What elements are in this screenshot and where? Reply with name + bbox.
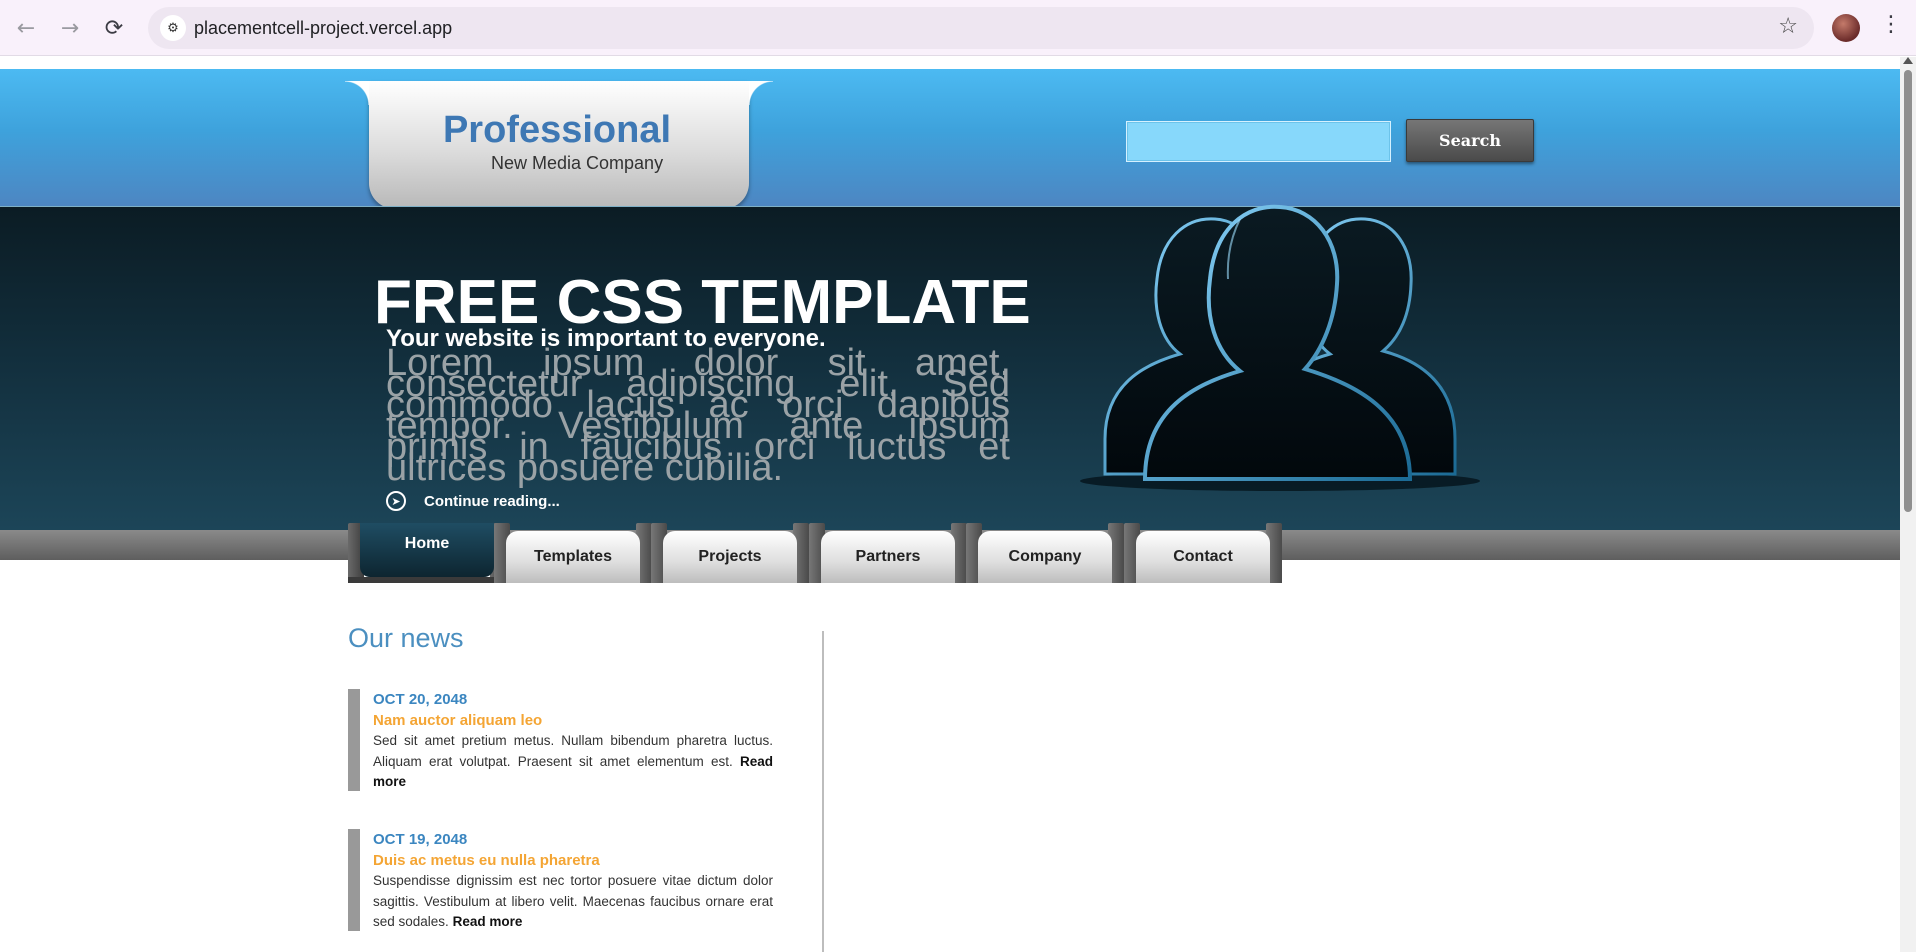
kebab-menu-icon[interactable]: ⋮ [1880,12,1902,37]
column-divider [822,631,824,952]
back-icon[interactable]: ← [8,10,44,46]
site-header: Professional New Media Company Search [0,69,1900,209]
logo[interactable]: Professional New Media Company [345,81,773,209]
scroll-up-arrow-icon[interactable] [1903,57,1913,64]
news-text: Sed sit amet pretium metus. Nullam biben… [373,731,773,793]
news-item-bar [348,689,360,791]
page-viewport: Professional New Media Company Search FR… [0,57,1900,952]
tab-label[interactable]: Templates [506,531,640,583]
page-scrollbar[interactable] [1900,57,1916,952]
url-text[interactable]: placementcell-project.vercel.app [194,18,452,39]
logo-title: Professional [442,109,672,151]
tab-partners[interactable]: Partners [809,523,967,583]
address-bar[interactable]: ⚙ placementcell-project.vercel.app ☆ [148,7,1814,49]
continue-reading-label[interactable]: Continue reading... [424,493,560,510]
profile-avatar[interactable] [1832,14,1860,42]
news-item-bar [348,829,360,931]
tab-label[interactable]: Projects [663,531,797,583]
browser-toolbar: ← → ⟳ ⚙ placementcell-project.vercel.app… [0,0,1916,56]
hero-body-text: Lorem ipsum dolor sit amet, consectetur … [386,342,1010,489]
scroll-thumb[interactable] [1904,70,1912,512]
news-date: OCT 20, 2048 [373,691,468,708]
tab-label[interactable]: Company [978,531,1112,583]
news-headline[interactable]: Duis ac metus eu nulla pharetra [373,852,600,869]
search-input[interactable] [1126,121,1391,162]
tab-projects[interactable]: Projects [651,523,809,583]
news-section-title: Our news [348,623,464,653]
search-button[interactable]: Search [1406,119,1534,162]
tab-company[interactable]: Company [966,523,1124,583]
news-body: Sed sit amet pretium metus. Nullam biben… [373,733,773,769]
tab-label[interactable]: Contact [1136,531,1270,583]
hero-banner: FREE CSS TEMPLATE Your website is import… [0,204,1900,530]
tab-label[interactable]: Home [360,523,494,577]
read-more-link[interactable]: Read more [453,914,523,929]
tab-base [348,577,506,583]
news-headline[interactable]: Nam auctor aliquam leo [373,712,542,729]
reload-icon[interactable]: ⟳ [96,10,132,46]
news-text: Suspendisse dignissim est nec tortor pos… [373,871,773,933]
people-silhouette-icon [1080,204,1480,491]
tab-home[interactable]: Home [348,523,506,583]
logo-subtitle: New Media Company [491,153,664,173]
news-date: OCT 19, 2048 [373,831,468,848]
tab-templates[interactable]: Templates [494,523,652,583]
tab-contact[interactable]: Contact [1124,523,1282,583]
arrow-circle-icon[interactable]: ➤ [386,491,406,511]
tab-label[interactable]: Partners [821,531,955,583]
site-info-icon[interactable]: ⚙ [160,15,186,41]
bookmark-star-icon[interactable]: ☆ [1778,14,1798,39]
forward-icon[interactable]: → [52,10,88,46]
continue-reading-link[interactable]: ➤ Continue reading... [386,491,560,511]
news-body: Suspendisse dignissim est nec tortor pos… [373,873,773,929]
